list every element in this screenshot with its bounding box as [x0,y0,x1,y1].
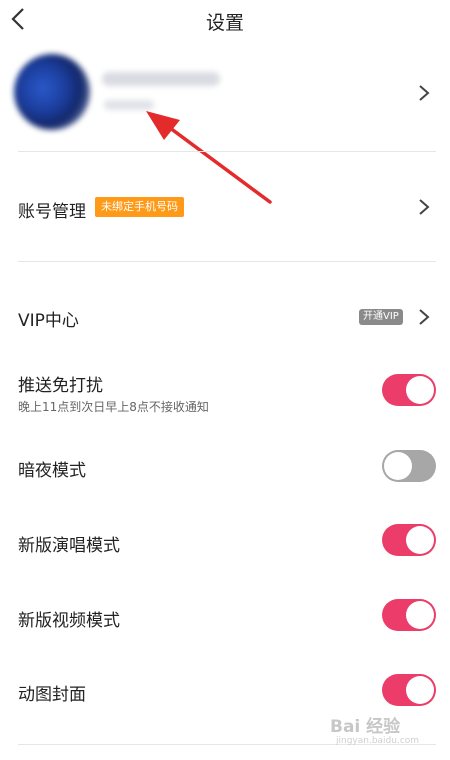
chevron-right-icon[interactable] [418,198,430,216]
account-label: 账号管理 [18,202,86,222]
animated-cover-toggle[interactable] [382,674,436,706]
avatar[interactable] [14,54,90,130]
baidu-watermark: Bai 经验 [330,717,401,737]
dark-mode-toggle[interactable] [382,450,436,482]
vip-label: VIP中心 [18,311,79,331]
toggle-knob [406,676,434,704]
vip-open-badge: 开通VIP [359,309,403,325]
animated-cover-label: 动图封面 [18,685,86,705]
push-dnd-label: 推送免打扰 [18,376,103,396]
divider [18,151,436,152]
toggle-knob [406,601,434,629]
page-title: 设置 [205,12,244,34]
baidu-watermark-url: jingyan.baidu.com [336,736,420,746]
new-video-mode-label: 新版视频模式 [18,611,120,631]
phone-unbound-badge: 未绑定手机号码 [95,197,184,217]
push-dnd-sublabel: 晚上11点到次日早上8点不接收通知 [18,400,209,414]
new-video-mode-toggle[interactable] [382,599,436,631]
push-dnd-toggle[interactable] [382,374,436,406]
new-sing-mode-label: 新版演唱模式 [18,536,120,556]
toggle-knob [406,376,434,404]
divider [18,261,436,262]
new-sing-mode-toggle[interactable] [382,524,436,556]
chevron-right-icon[interactable] [418,308,430,326]
toggle-knob [384,452,412,480]
profile-name-blurred [102,72,220,86]
toggle-knob [406,526,434,554]
chevron-right-icon[interactable] [418,84,430,102]
dark-mode-label: 暗夜模式 [18,461,86,481]
